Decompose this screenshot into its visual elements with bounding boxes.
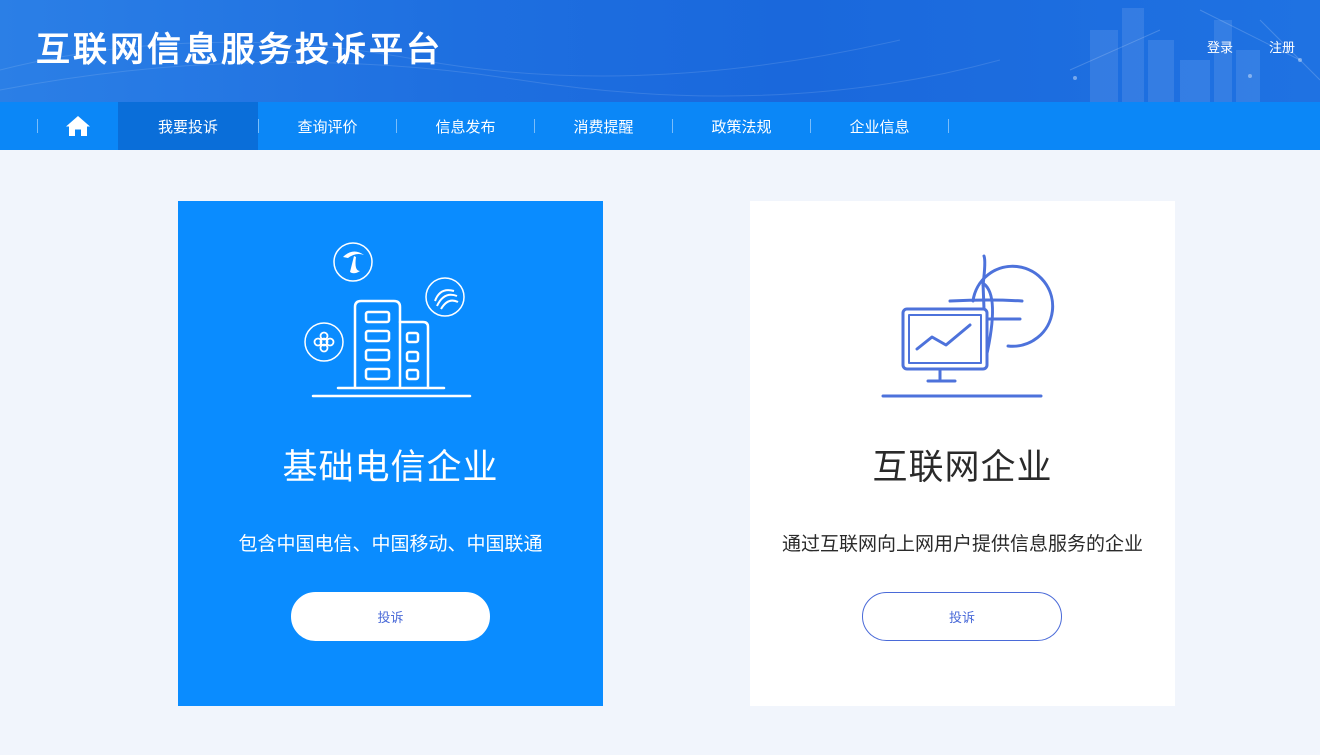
card-title: 基础电信企业: [282, 448, 499, 488]
register-link[interactable]: 注册: [1233, 37, 1295, 56]
nav-item-company-info[interactable]: 企业信息: [811, 102, 948, 150]
card-title: 互联网企业: [872, 448, 1053, 488]
nav-home[interactable]: [38, 102, 118, 150]
card-description: 通过互联网向上网用户提供信息服务的企业: [781, 533, 1143, 555]
home-icon: [66, 116, 90, 136]
monitor-globe-icon: [881, 254, 1055, 398]
nav-separator: [948, 119, 949, 133]
nav-item-complaint[interactable]: 我要投诉: [118, 102, 258, 150]
telecom-complaint-button[interactable]: 投诉: [291, 592, 490, 641]
telecom-enterprise-card: 基础电信企业 包含中国电信、中国移动、中国联通 投诉: [178, 201, 603, 706]
nav-item-policy[interactable]: 政策法规: [673, 102, 810, 150]
card-description: 包含中国电信、中国移动、中国联通: [238, 533, 543, 555]
internet-enterprise-card: 互联网企业 通过互联网向上网用户提供信息服务的企业 投诉: [750, 201, 1175, 706]
auth-links: 登录 注册: [1207, 37, 1295, 56]
login-link[interactable]: 登录: [1207, 37, 1233, 56]
telecom-buildings-icon: [304, 242, 472, 398]
internet-complaint-button[interactable]: 投诉: [862, 592, 1062, 641]
main-nav: 我要投诉 查询评价 信息发布 消费提醒 政策法规 企业信息: [0, 102, 1320, 150]
site-header: 互联网信息服务投诉平台 登录 注册: [0, 0, 1320, 102]
nav-item-query[interactable]: 查询评价: [259, 102, 396, 150]
nav-item-consumer-alert[interactable]: 消费提醒: [535, 102, 672, 150]
nav-item-info-release[interactable]: 信息发布: [397, 102, 534, 150]
site-title: 互联网信息服务投诉平台: [36, 30, 443, 70]
